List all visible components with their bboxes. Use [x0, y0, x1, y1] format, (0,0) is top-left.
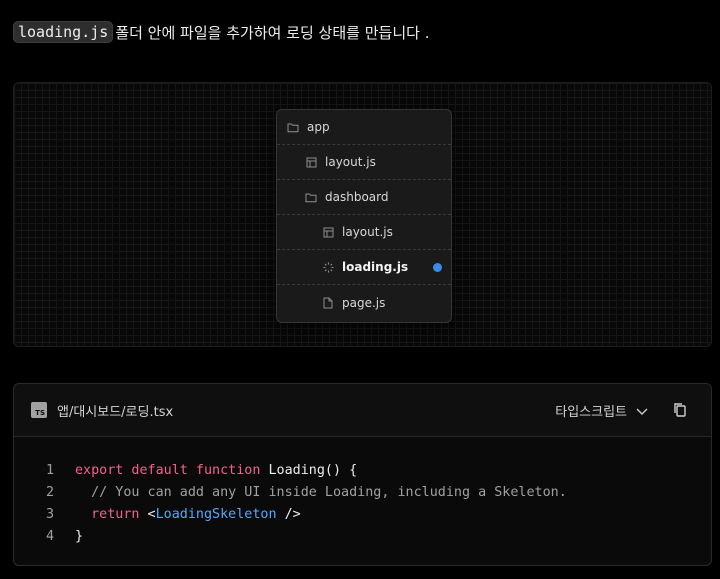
layout-icon — [305, 156, 317, 168]
loading-spinner-icon — [322, 261, 334, 273]
code-filename: 앱/대시보드/로딩.tsx — [57, 405, 174, 420]
tree-row-label: app — [307, 120, 330, 134]
line-number: 3 — [45, 506, 54, 522]
tree-row-label: page.js — [342, 295, 386, 310]
tree-row-layout-dashboard: layout.js — [277, 215, 451, 250]
inline-code-filename: loading.js — [13, 21, 114, 43]
code-line: 2 // You can add any UI inside Loading, … — [14, 481, 711, 503]
chevron-down-icon — [636, 408, 648, 415]
code-text: } — [75, 528, 84, 544]
file-tree-diagram: app layout.js dashboard layout.js loadin… — [13, 82, 712, 347]
folder-icon — [287, 121, 299, 133]
language-selector[interactable]: 타입스크립트 — [555, 401, 649, 420]
tree-row-label: layout.js — [325, 155, 376, 169]
layout-icon — [322, 226, 334, 238]
typescript-file-icon: TS — [31, 402, 47, 418]
tree-row-label: dashboard — [325, 190, 389, 204]
line-number: 2 — [45, 484, 54, 500]
code-component: LoadingSkeleton — [155, 506, 277, 522]
tree-row-dashboard: dashboard — [277, 180, 451, 215]
intro-text: 폴더 안에 파일을 추가하여 로딩 상태를 만듭니다 . — [115, 23, 430, 42]
code-text: < — [139, 506, 156, 522]
code-line: 3 return < LoadingSkeleton /> — [14, 503, 711, 525]
code-block-header: TS 앱/대시보드/로딩.tsx 타입스크립트 — [14, 384, 711, 437]
code-text: /> — [276, 506, 301, 522]
code-keyword: return — [75, 506, 140, 522]
tree-row-label: layout.js — [342, 225, 393, 239]
language-label: 타입스크립트 — [555, 405, 627, 420]
file-icon — [322, 297, 334, 309]
highlight-dot — [433, 263, 442, 272]
code-text: Loading() { — [260, 462, 358, 478]
code-line: 4 } — [14, 525, 711, 547]
code-line: 1 export default function Loading() { — [14, 459, 711, 481]
copy-icon[interactable] — [671, 401, 689, 419]
folder-icon — [305, 191, 317, 203]
line-number: 1 — [45, 462, 54, 478]
line-number: 4 — [45, 528, 54, 544]
code-keyword: export default function — [75, 462, 261, 478]
tree-row-loading: loading.js — [277, 250, 451, 285]
file-tree-panel: app layout.js dashboard layout.js loadin… — [276, 109, 452, 323]
tree-row-label: loading.js — [342, 260, 409, 274]
code-block: TS 앱/대시보드/로딩.tsx 타입스크립트 1 export default… — [13, 383, 712, 566]
tree-row-page: page.js — [277, 285, 451, 320]
tree-row-app: app — [277, 110, 451, 145]
intro-sentence: loading.js 폴더 안에 파일을 추가하여 로딩 상태를 만듭니다 . — [13, 20, 429, 44]
code-body: 1 export default function Loading() { 2 … — [14, 437, 711, 547]
tree-row-layout-root: layout.js — [277, 145, 451, 180]
code-comment: // You can add any UI inside Loading, in… — [75, 484, 567, 500]
